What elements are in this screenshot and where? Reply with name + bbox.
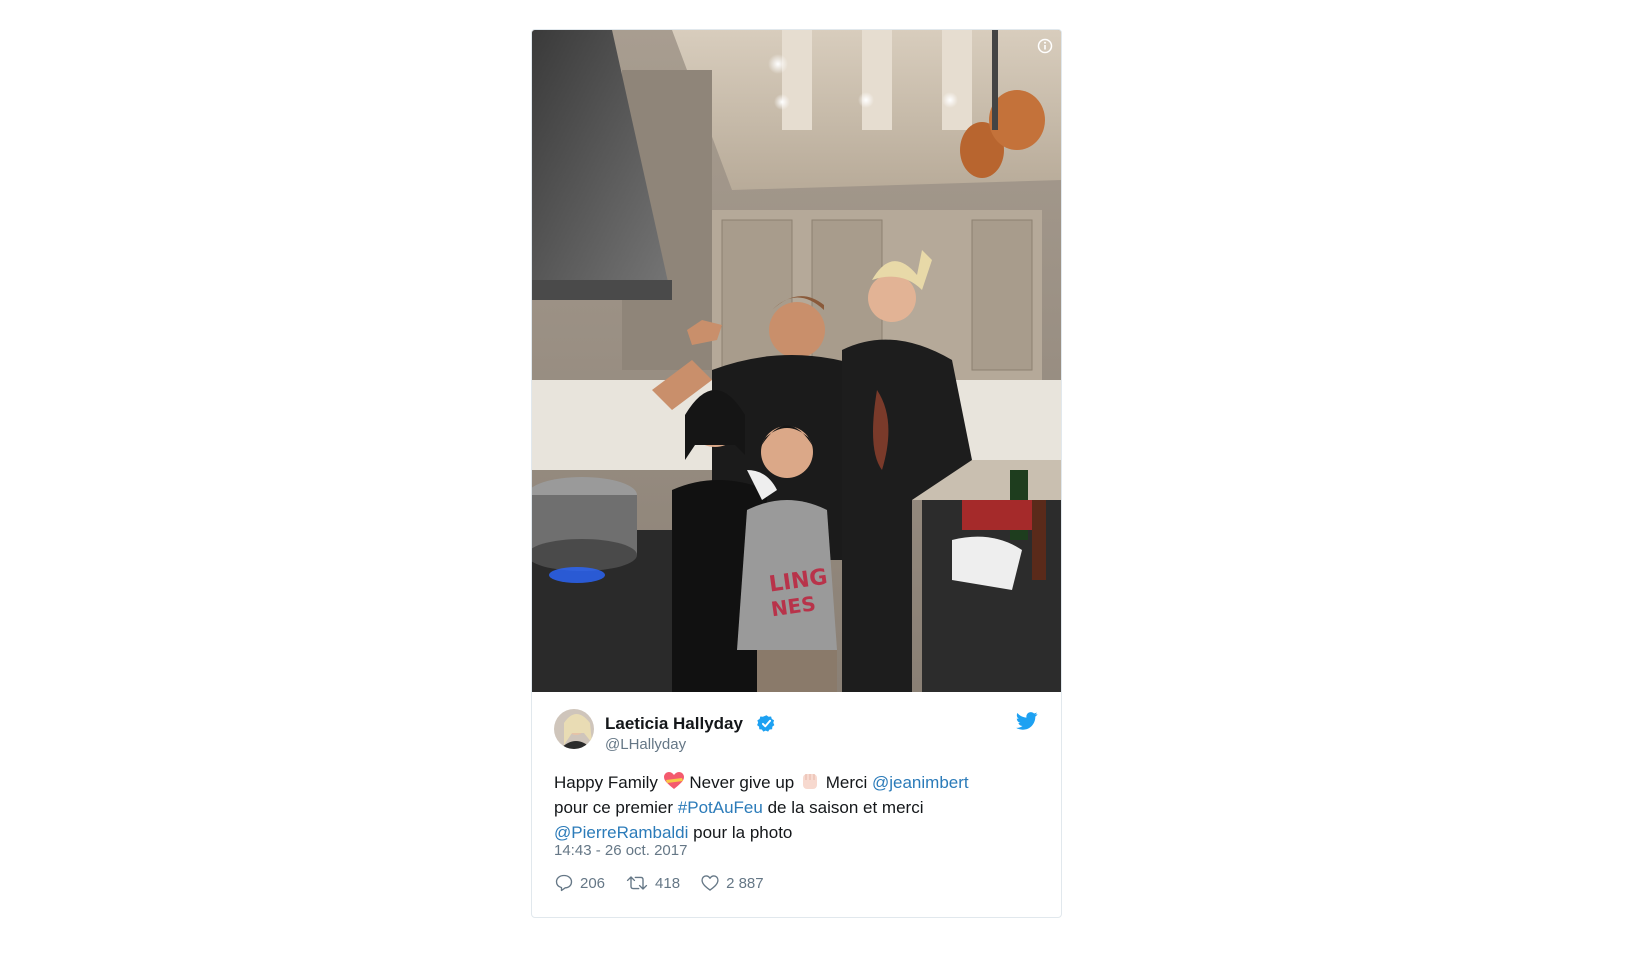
avatar-image [554,709,594,749]
author-handle[interactable]: @LHallyday [605,736,686,753]
tweet-text-part: pour ce premier [554,798,678,817]
tweet-text-part: de la saison et merci [762,798,924,817]
tweet-actions: 206 418 2 887 [554,872,784,894]
retweet-icon [626,876,648,890]
tweet-timestamp[interactable]: 14:43 - 26 oct. 2017 [554,842,687,859]
reply-count: 206 [580,874,606,892]
avatar[interactable] [554,709,594,749]
info-icon[interactable] [1037,38,1053,54]
hashtag-link[interactable]: #PotAuFeu [678,798,763,817]
tweet-text: Happy Family Never give up Merci @jeanim… [554,770,1024,845]
tweet-photo[interactable]: LING NES [532,30,1061,692]
raised-fist-emoji-icon [802,774,817,789]
tweet-text-part: Happy Family [554,773,663,792]
retweet-button[interactable]: 418 [625,873,680,893]
mention-link[interactable]: @PierreRambaldi [554,823,688,842]
tweet-body: Laeticia Hallyday @LHallyday Happy Famil… [532,692,1061,917]
verified-badge-icon [757,715,775,732]
mention-link[interactable]: @jeanimbert [872,773,969,792]
tweet-text-part: pour la photo [688,823,793,842]
heart-icon [701,875,719,891]
reply-icon [555,874,573,892]
embedded-tweet-card: LING NES Laeticia Hallyday @LHallyday Ha… [531,29,1062,918]
tweet-text-part: Never give up [684,773,799,792]
reply-button[interactable]: 206 [554,873,605,893]
twitter-bird-icon[interactable] [1016,712,1038,730]
retweet-count: 418 [655,874,681,892]
like-button[interactable]: 2 887 [700,873,764,893]
tweet-text-part: Merci [820,773,872,792]
kitchen-family-photo: LING NES [532,30,1061,692]
author-display-name[interactable]: Laeticia Hallyday [605,714,743,734]
like-count: 2 887 [726,874,764,892]
heart-emoji-icon [663,772,684,789]
